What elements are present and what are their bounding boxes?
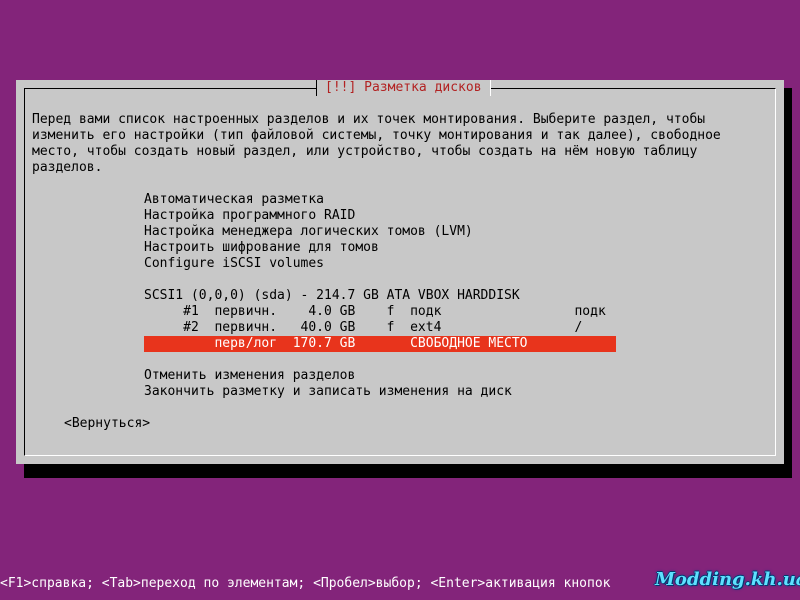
menu-item-lvm[interactable]: Настройка менеджера логических томов (LV… (144, 224, 473, 240)
disk-row[interactable]: SCSI1 (0,0,0) (sda) - 214.7 GB ATA VBOX … (144, 288, 520, 304)
menu-item-software-raid[interactable]: Настройка программного RAID (144, 208, 355, 224)
partition-dialog: [!!] Разметка дисков Перед вами список н… (16, 80, 784, 464)
menu-item-encryption[interactable]: Настроить шифрование для томов (144, 240, 379, 256)
intro-text: Перед вами список настроенных разделов и… (32, 112, 721, 176)
menu-item-auto-partition[interactable]: Автоматическая разметка (144, 192, 324, 208)
intro-line: разделов. (32, 160, 103, 175)
watermark-logo: Modding.kh.ua (655, 569, 800, 590)
menu-item-iscsi[interactable]: Configure iSCSI volumes (144, 256, 324, 272)
intro-line: место, чтобы создать новый раздел, или у… (32, 144, 698, 159)
action-finish-partitioning[interactable]: Закончить разметку и записать изменения … (144, 384, 512, 400)
help-footer: <F1>справка; <Tab>переход по элементам; … (0, 576, 611, 591)
partition-row-1[interactable]: #1 первичн. 4.0 GB f подк подк (144, 304, 606, 320)
action-undo-changes[interactable]: Отменить изменения разделов (144, 368, 355, 384)
intro-line: Перед вами список настроенных разделов и… (32, 112, 706, 127)
dialog-title: [!!] Разметка дисков (316, 80, 491, 96)
partition-row-2[interactable]: #2 первичн. 40.0 GB f ext4 / (144, 320, 582, 336)
free-space-row-selected[interactable]: перв/лог 170.7 GB СВОБОДНОЕ МЕСТО (144, 336, 616, 352)
intro-line: изменить его настройки (тип файловой сис… (32, 128, 721, 143)
back-button[interactable]: <Вернуться> (64, 416, 150, 432)
